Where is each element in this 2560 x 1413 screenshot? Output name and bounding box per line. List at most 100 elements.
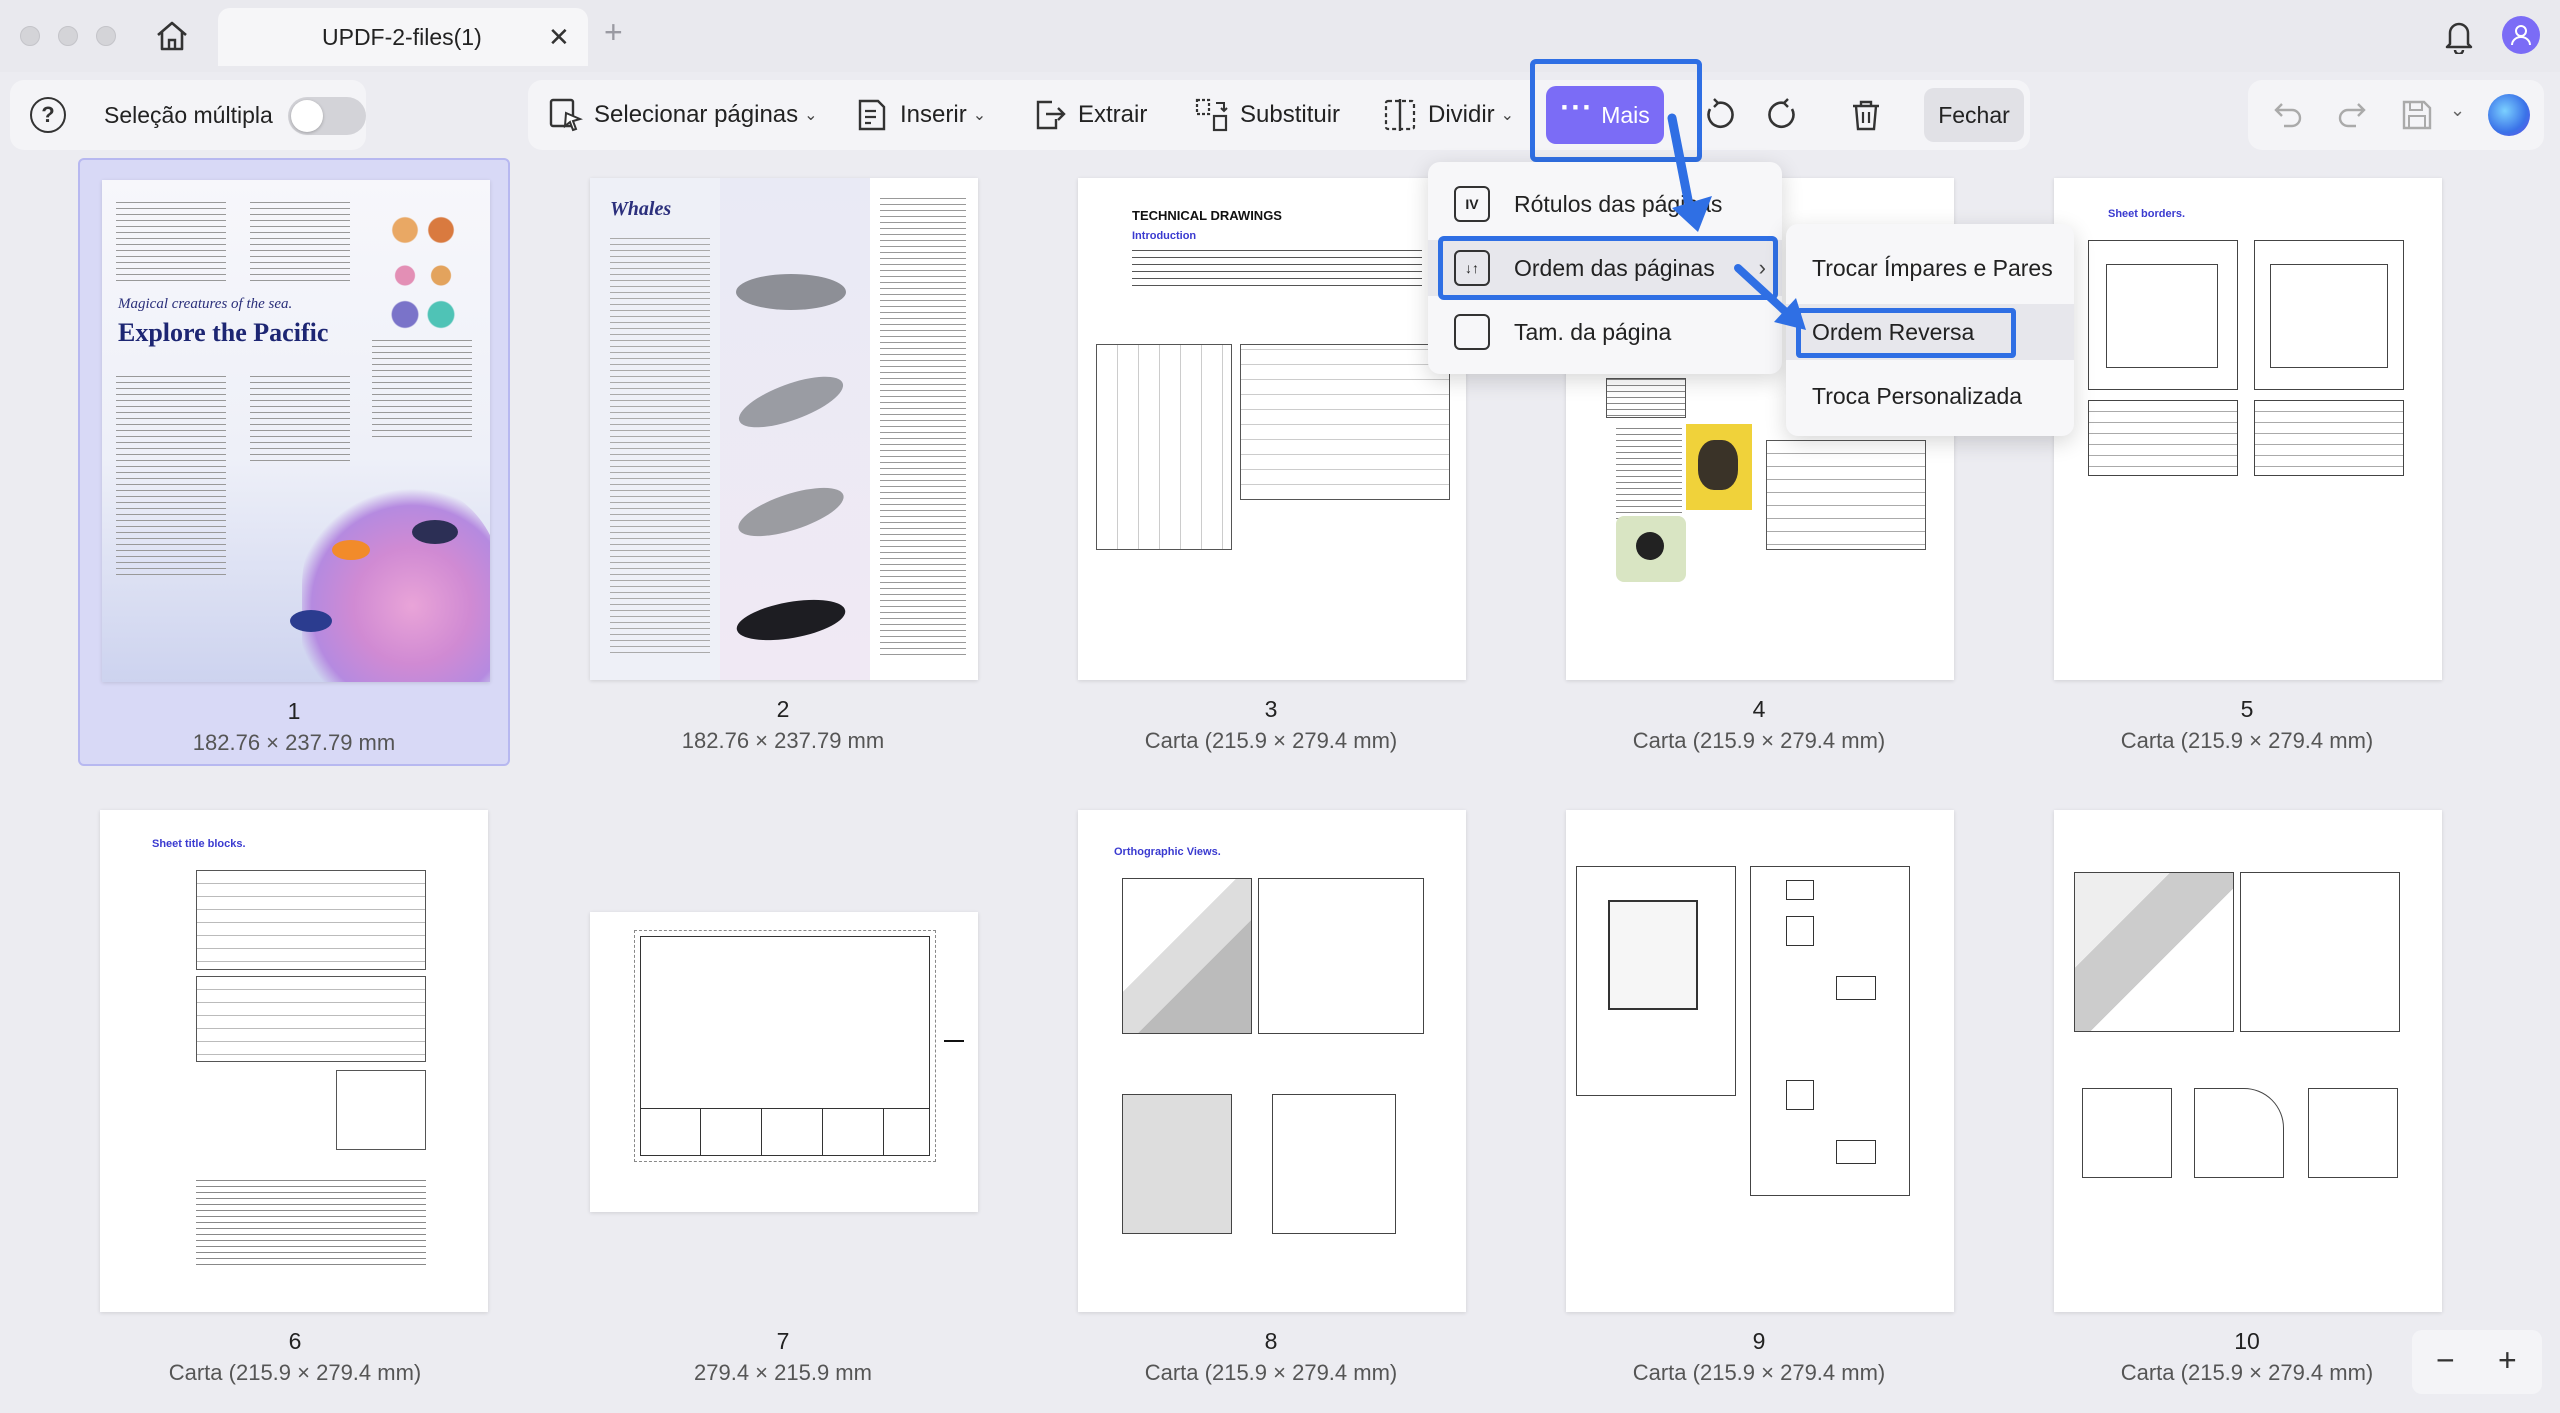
- page-number: 1: [287, 698, 301, 724]
- user-icon: [2511, 25, 2531, 46]
- tab-title: UPDF-2-files(1): [322, 24, 482, 50]
- thumb-title: Whales: [610, 198, 672, 220]
- undo-icon[interactable]: [2272, 100, 2304, 130]
- split-button[interactable]: Dividir ⌄: [1382, 80, 1514, 150]
- menu-item-label: Troca Personalizada: [1812, 382, 2023, 409]
- page-size: Carta (215.9 × 279.4 mm): [1632, 728, 1886, 753]
- page-thumbnail-3[interactable]: TECHNICAL DRAWINGS Introduction: [1078, 178, 1466, 680]
- more-label: Mais: [1601, 101, 1650, 128]
- page-thumbnail-5[interactable]: Sheet borders.: [2054, 178, 2442, 680]
- add-tab-icon[interactable]: +: [604, 14, 623, 51]
- page-card-8[interactable]: Orthographic Views. 8 Carta (215.9 × 279…: [1054, 790, 1488, 1410]
- title-bar: UPDF-2-files(1) ✕ +: [0, 0, 2560, 72]
- minimize-window-button[interactable]: [58, 26, 78, 46]
- thumb-title: Sheet title blocks.: [152, 838, 246, 850]
- close-button[interactable]: Fechar: [1924, 88, 2024, 142]
- menu-item-custom-swap[interactable]: Troca Personalizada: [1786, 368, 2074, 424]
- rotate-left-button[interactable]: [1700, 80, 1746, 150]
- ai-assistant-icon[interactable]: [2488, 94, 2530, 136]
- page-number: 3: [1264, 696, 1278, 722]
- thumb-title: Orthographic Views.: [1114, 846, 1221, 858]
- page-number: 2: [776, 696, 790, 722]
- page-card-5[interactable]: Sheet borders. 5 Carta (215.9 × 279.4 mm…: [2030, 158, 2464, 778]
- page-card-6[interactable]: Sheet title blocks. 6 Carta (215.9 × 279…: [78, 790, 512, 1410]
- page-toolbar: Selecionar páginas ⌄ Inserir ⌄ Extrair Sub…: [528, 80, 2030, 150]
- save-icon[interactable]: [2400, 98, 2434, 132]
- menu-item-page-size[interactable]: Tam. da página: [1428, 304, 1782, 360]
- menu-item-swap-odd-even[interactable]: Trocar Ímpares e Pares: [1786, 240, 2074, 296]
- selection-toolbar: ? Seleção múltipla: [10, 80, 366, 150]
- thumb-title: Explore the Pacific: [118, 318, 329, 347]
- zoom-out-button[interactable]: −: [2436, 1342, 2455, 1379]
- extract-button[interactable]: Extrair: [1032, 80, 1147, 150]
- redo-icon[interactable]: [2336, 100, 2368, 130]
- split-label: Dividir: [1428, 101, 1495, 128]
- zoom-in-button[interactable]: +: [2498, 1342, 2517, 1379]
- page-size: Carta (215.9 × 279.4 mm): [168, 1360, 422, 1385]
- replace-button[interactable]: Substituir: [1194, 80, 1340, 150]
- page-card-3[interactable]: TECHNICAL DRAWINGS Introduction 3 Carta …: [1054, 158, 1488, 778]
- rotate-left-icon: [1707, 98, 1734, 129]
- page-number: 7: [776, 1328, 790, 1354]
- page-size: Carta (215.9 × 279.4 mm): [2120, 1360, 2374, 1385]
- thumb-title: TECHNICAL DRAWINGS: [1132, 208, 1282, 223]
- page-labels-icon: IV: [1454, 186, 1490, 222]
- zoom-control: − +: [2412, 1330, 2542, 1394]
- thumb-title: Sheet borders.: [2108, 208, 2186, 220]
- page-size: 279.4 × 215.9 mm: [694, 1360, 872, 1385]
- insert-button[interactable]: Inserir ⌄: [854, 80, 986, 150]
- save-dropdown-icon[interactable]: ⌄: [2450, 100, 2465, 121]
- page-card-2[interactable]: Whales 2 182.76 × 237.79 mm: [566, 158, 1000, 778]
- delete-button[interactable]: [1848, 80, 1894, 150]
- page-size: 182.76 × 237.79 mm: [681, 728, 885, 753]
- close-window-button[interactable]: [20, 26, 40, 46]
- help-icon[interactable]: ?: [30, 97, 66, 133]
- page-thumbnail-9[interactable]: [1566, 810, 1954, 1312]
- multi-select-label: Seleção múltipla: [104, 102, 273, 128]
- more-dots-icon: ···: [1560, 91, 1594, 124]
- page-thumbnail-6[interactable]: Sheet title blocks.: [100, 810, 488, 1312]
- menu-item-label: Trocar Ímpares e Pares: [1812, 254, 2053, 281]
- home-button[interactable]: [150, 18, 194, 54]
- menu-item-page-labels[interactable]: IV Rótulos das páginas: [1428, 176, 1782, 232]
- extract-icon: [1036, 100, 1066, 130]
- page-card-10[interactable]: 10 Carta (215.9 × 279.4 mm): [2030, 790, 2464, 1410]
- replace-label: Substituir: [1240, 101, 1341, 128]
- select-pages-icon: [549, 98, 583, 132]
- thumb-subtitle: Magical creatures of the sea.: [118, 296, 293, 312]
- page-thumbnail-2[interactable]: Whales: [590, 178, 978, 680]
- page-number: 8: [1264, 1328, 1278, 1354]
- page-number: 6: [288, 1328, 302, 1354]
- page-size: Carta (215.9 × 279.4 mm): [1144, 728, 1398, 753]
- rotate-right-button[interactable]: [1766, 80, 1812, 150]
- page-size: Carta (215.9 × 279.4 mm): [1144, 1360, 1398, 1385]
- page-card-1[interactable]: Magical creatures of the sea. Explore th…: [78, 158, 510, 766]
- zoom-window-button[interactable]: [96, 26, 116, 46]
- page-card-7[interactable]: 7 279.4 × 215.9 mm: [566, 790, 1000, 1410]
- page-thumbnail-1[interactable]: Magical creatures of the sea. Explore th…: [102, 180, 490, 682]
- replace-icon: [1195, 98, 1228, 132]
- split-icon: [1384, 99, 1416, 131]
- page-thumbnail-8[interactable]: Orthographic Views.: [1078, 810, 1466, 1312]
- page-thumbnail-10[interactable]: [2054, 810, 2442, 1312]
- page-size-icon: [1454, 314, 1490, 350]
- document-tab[interactable]: UPDF-2-files(1) ✕: [218, 8, 588, 66]
- rotate-right-icon: [1768, 98, 1795, 129]
- page-card-9[interactable]: 9 Carta (215.9 × 279.4 mm): [1542, 790, 1976, 1410]
- notification-button[interactable]: [2442, 18, 2476, 59]
- user-avatar[interactable]: [2502, 16, 2540, 54]
- bell-icon: [2445, 22, 2473, 56]
- more-button[interactable]: ··· Mais: [1546, 86, 1664, 144]
- multi-select-toggle[interactable]: [288, 97, 366, 135]
- page-size: 182.76 × 237.79 mm: [192, 730, 396, 755]
- page-number: 5: [2240, 696, 2254, 722]
- page-number: 10: [2234, 1328, 2260, 1354]
- insert-icon: [858, 99, 886, 131]
- page-number: 4: [1752, 696, 1766, 722]
- close-tab-icon[interactable]: ✕: [548, 22, 570, 53]
- extract-label: Extrair: [1078, 101, 1148, 128]
- history-toolbar: ⌄: [2248, 80, 2544, 150]
- select-pages-button[interactable]: Selecionar páginas ⌄: [548, 80, 818, 150]
- page-thumbnail-7[interactable]: [590, 912, 978, 1212]
- toggle-knob: [291, 100, 323, 132]
